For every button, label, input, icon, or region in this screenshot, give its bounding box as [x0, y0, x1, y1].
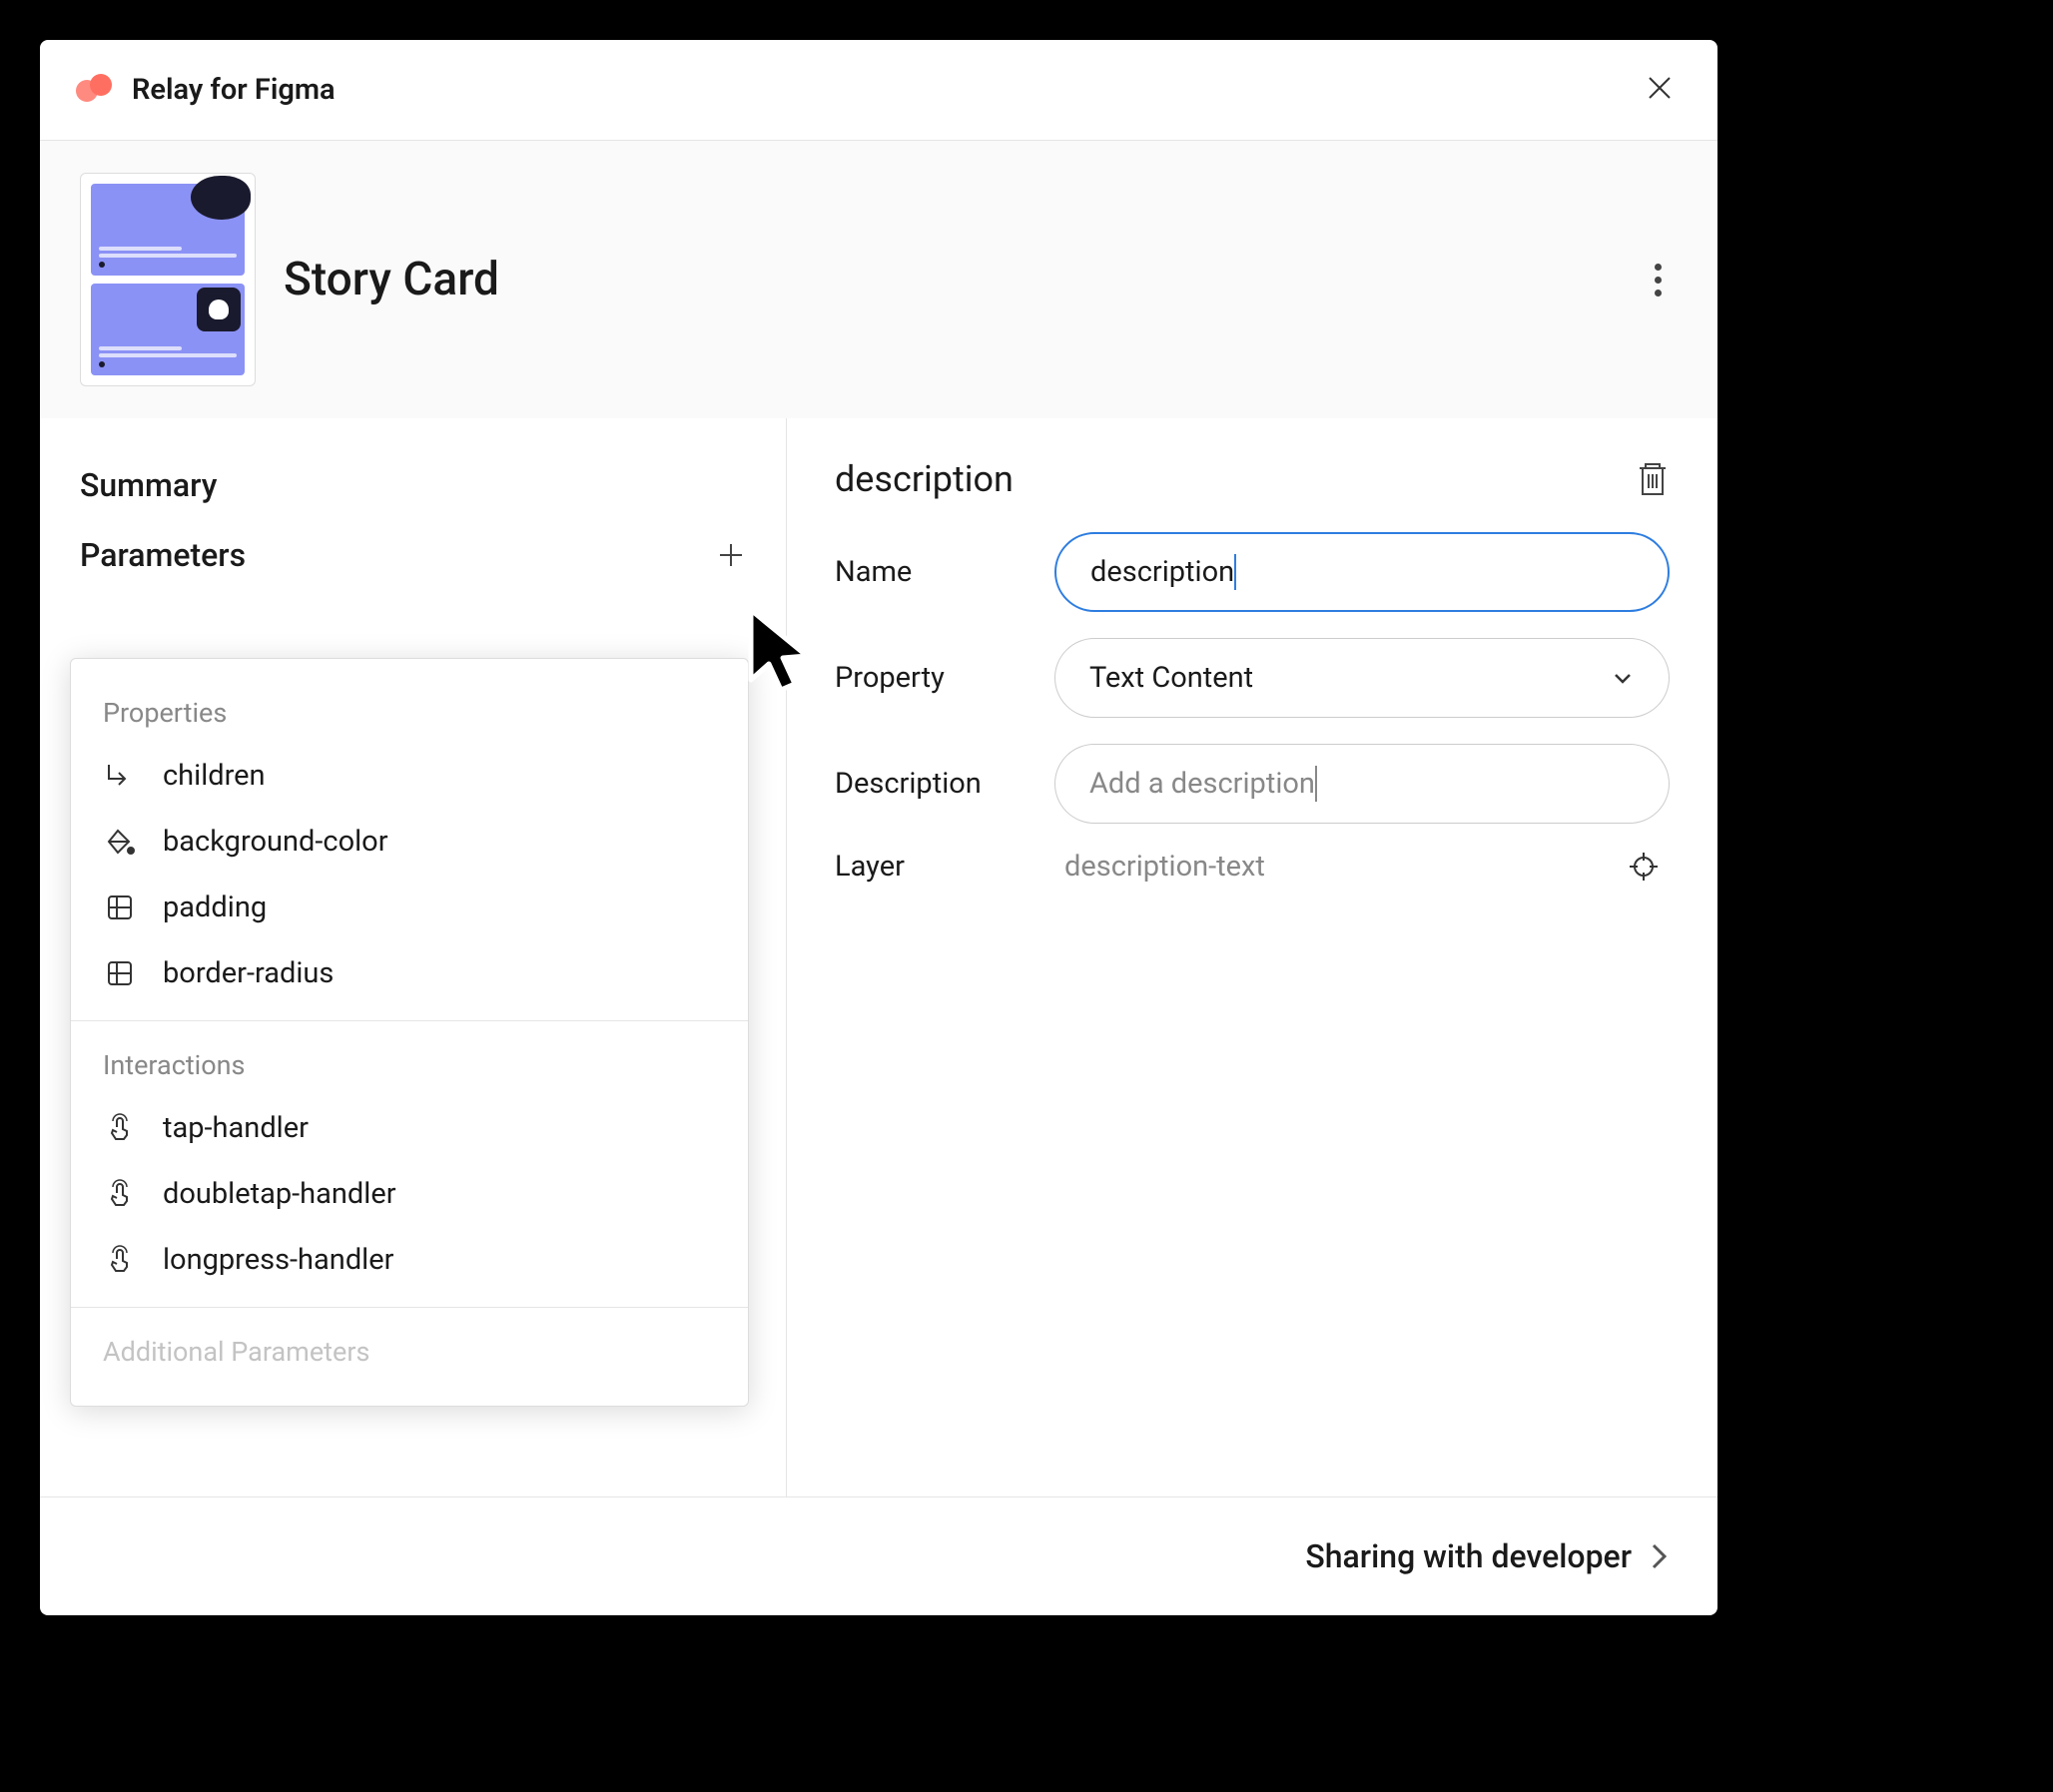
property-value: Text Content: [1089, 661, 1253, 695]
parameters-label: Parameters: [80, 536, 246, 574]
app-logo-icon: [76, 70, 116, 110]
popover-item-padding[interactable]: padding: [71, 875, 748, 940]
description-input[interactable]: Add a description: [1054, 744, 1670, 824]
children-icon: [103, 759, 137, 793]
component-thumbnail: [80, 173, 256, 386]
description-label: Description: [835, 767, 1034, 801]
popover-item-label: tap-handler: [163, 1111, 309, 1145]
popover-item-doubletap-handler[interactable]: doubletap-handler: [71, 1161, 748, 1227]
plugin-window: Relay for Figma: [40, 40, 1717, 1615]
box-icon: [103, 956, 137, 990]
footer-label: Sharing with developer: [1305, 1537, 1632, 1575]
property-label: Property: [835, 661, 1034, 695]
main-content: Summary Parameters Properties children: [40, 418, 1717, 1496]
bucket-icon: [103, 825, 137, 859]
popover-item-label: children: [163, 759, 266, 793]
component-header: Story Card: [40, 141, 1717, 418]
tap-icon: [103, 1243, 137, 1277]
parameters-popover: Properties children background-color: [70, 658, 749, 1407]
titlebar: Relay for Figma: [40, 40, 1717, 141]
box-icon: [103, 891, 137, 924]
app-title: Relay for Figma: [132, 73, 336, 107]
layer-value: description-text: [1064, 850, 1265, 884]
layer-row: Layer description-text: [835, 850, 1670, 884]
parameters-section: Parameters: [40, 520, 786, 590]
description-placeholder: Add a description: [1089, 767, 1315, 801]
component-name: Story Card: [284, 253, 1611, 306]
trash-icon[interactable]: [1636, 460, 1670, 498]
name-input-value: description: [1090, 555, 1234, 589]
popover-item-background-color[interactable]: background-color: [71, 809, 748, 875]
close-icon[interactable]: [1638, 66, 1682, 114]
chevron-down-icon: [1611, 666, 1635, 690]
summary-section[interactable]: Summary: [40, 450, 786, 520]
popover-divider: [71, 1307, 748, 1308]
footer-share-button[interactable]: Sharing with developer: [40, 1496, 1717, 1615]
popover-item-border-radius[interactable]: border-radius: [71, 940, 748, 1006]
popover-item-label: padding: [163, 891, 267, 924]
detail-panel: description Name description Property Te…: [787, 418, 1717, 1496]
chevron-right-icon: [1648, 1541, 1670, 1571]
popover-item-label: border-radius: [163, 956, 334, 990]
name-input[interactable]: description: [1054, 532, 1670, 612]
property-row: Property Text Content: [835, 638, 1670, 718]
layer-value-container: description-text: [1054, 850, 1670, 884]
popover-item-children[interactable]: children: [71, 743, 748, 809]
layer-label: Layer: [835, 850, 1034, 884]
popover-item-tap-handler[interactable]: tap-handler: [71, 1095, 748, 1161]
popover-item-label: doubletap-handler: [163, 1177, 396, 1211]
more-menu-icon[interactable]: [1639, 248, 1678, 312]
name-row: Name description: [835, 532, 1670, 612]
interactions-group-label: Interactions: [71, 1035, 748, 1095]
target-icon[interactable]: [1628, 851, 1660, 883]
popover-item-longpress-handler[interactable]: longpress-handler: [71, 1227, 748, 1293]
additional-group-label: Additional Parameters: [71, 1322, 748, 1382]
property-select[interactable]: Text Content: [1054, 638, 1670, 718]
left-panel: Summary Parameters Properties children: [40, 418, 787, 1496]
description-row: Description Add a description: [835, 744, 1670, 824]
tap-icon: [103, 1111, 137, 1145]
popover-item-label: longpress-handler: [163, 1243, 393, 1277]
name-label: Name: [835, 555, 1034, 589]
detail-header: description: [835, 458, 1670, 500]
add-parameter-icon[interactable]: [716, 540, 746, 570]
properties-group-label: Properties: [71, 683, 748, 743]
tap-icon: [103, 1177, 137, 1211]
titlebar-left: Relay for Figma: [76, 70, 336, 110]
detail-title: description: [835, 458, 1014, 500]
popover-divider: [71, 1020, 748, 1021]
popover-item-label: background-color: [163, 825, 388, 859]
summary-label: Summary: [80, 466, 217, 504]
